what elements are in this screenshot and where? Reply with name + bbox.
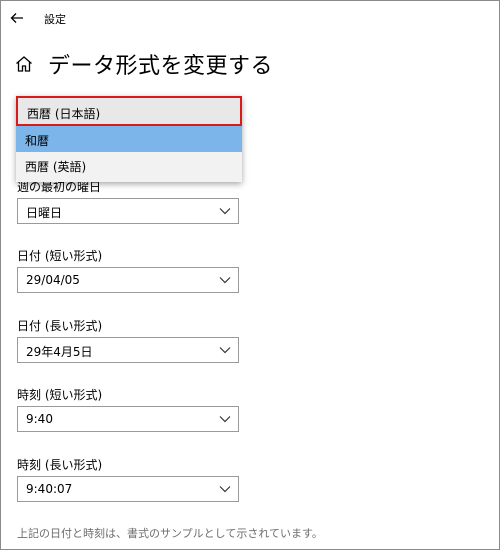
calendar-option-label: 西暦 (英語) (25, 160, 87, 174)
chevron-down-icon (219, 416, 231, 423)
calendar-option-seireki-english[interactable]: 西暦 (英語) (16, 152, 242, 178)
home-icon[interactable] (14, 54, 34, 74)
short-date-select[interactable]: 29/04/05 (17, 267, 239, 293)
calendar-option-wareki[interactable]: 和暦 (16, 126, 242, 152)
chevron-down-icon (219, 277, 231, 284)
short-time-value: 9:40 (26, 412, 53, 426)
chevron-down-icon (219, 486, 231, 493)
short-date-value: 29/04/05 (26, 273, 80, 287)
long-date-select[interactable]: 29年4月5日 (17, 337, 239, 363)
calendar-dropdown[interactable]: 西暦 (日本語) 和暦 西暦 (英語) (16, 96, 242, 182)
first-day-select[interactable]: 日曜日 (17, 198, 239, 224)
app-title: 設定 (44, 13, 66, 26)
calendar-selected-option[interactable]: 西暦 (日本語) (16, 96, 242, 126)
footer-note: 上記の日付と時刻は、書式のサンプルとして示されています。 (17, 527, 323, 540)
long-time-value: 9:40:07 (26, 482, 73, 496)
page-title: データ形式を変更する (48, 54, 274, 79)
long-time-label: 時刻 (長い形式) (17, 458, 103, 472)
title-bar: 設定 (0, 0, 500, 36)
short-time-label: 時刻 (短い形式) (17, 388, 103, 402)
first-day-value: 日曜日 (26, 206, 63, 220)
chevron-down-icon (219, 208, 231, 215)
back-arrow-icon[interactable] (8, 9, 26, 27)
long-date-value: 29年4月5日 (26, 345, 93, 359)
long-date-label: 日付 (長い形式) (17, 319, 103, 333)
long-time-select[interactable]: 9:40:07 (17, 476, 239, 502)
calendar-selected-label: 西暦 (日本語) (27, 107, 101, 121)
calendar-option-label: 和暦 (25, 134, 50, 148)
short-date-label: 日付 (短い形式) (17, 249, 103, 263)
chevron-down-icon (219, 347, 231, 354)
short-time-select[interactable]: 9:40 (17, 406, 239, 432)
